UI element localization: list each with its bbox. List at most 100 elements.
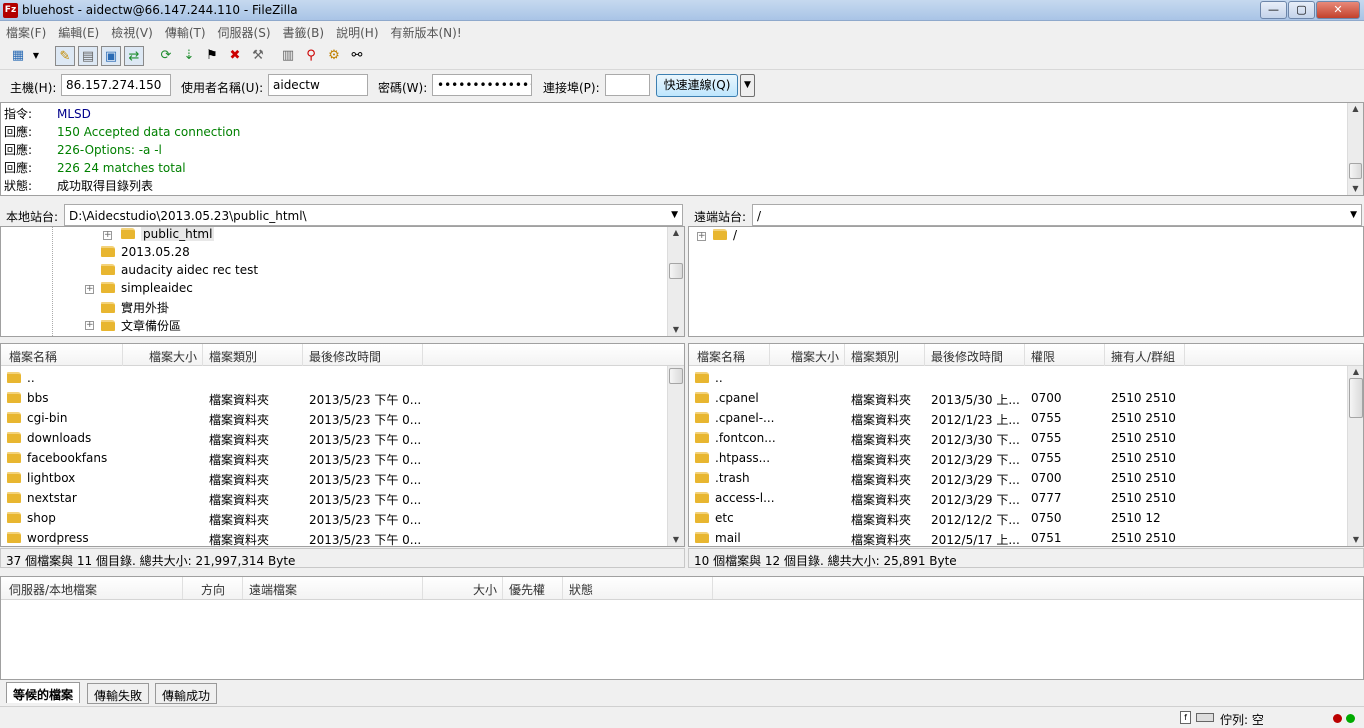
scroll-thumb[interactable] [669, 263, 683, 279]
column-name[interactable]: 檔案名稱 [697, 348, 745, 365]
tree-item[interactable]: + simpleaidec [85, 281, 193, 299]
quickconnect-button[interactable]: 快速連線(Q) [656, 74, 738, 97]
file-row[interactable]: facebookfans 檔案資料夾 2013/5/23 下午 0... [1, 448, 684, 468]
cancel-icon[interactable]: ⚑ [202, 46, 222, 66]
file-row[interactable]: downloads 檔案資料夾 2013/5/23 下午 0... [1, 428, 684, 448]
remote-directory-tree[interactable]: + / [688, 226, 1364, 337]
column-status[interactable]: 狀態 [569, 581, 593, 598]
menu-server[interactable]: 伺服器(S) [212, 21, 277, 41]
scroll-thumb[interactable] [1349, 378, 1363, 418]
scroll-up-icon[interactable]: ▲ [668, 227, 684, 239]
file-row[interactable]: .trash 檔案資料夾 2012/3/29 下... 0700 2510 2510 [689, 468, 1363, 488]
scroll-thumb[interactable] [1349, 163, 1362, 179]
host-input[interactable]: 86.157.274.150 [61, 74, 171, 96]
column-type[interactable]: 檔案類別 [851, 348, 899, 365]
tab-queued-files[interactable]: 等候的檔案 [6, 682, 81, 703]
scroll-down-icon[interactable]: ▼ [1348, 534, 1363, 546]
file-row[interactable]: shop 檔案資料夾 2013/5/23 下午 0... [1, 508, 684, 528]
column-size[interactable]: 檔案大小 [791, 348, 839, 365]
remote-list-scrollbar[interactable]: ▲ ▼ [1347, 366, 1363, 546]
remote-file-list[interactable]: 檔案名稱 檔案大小 檔案類別 最後修改時間 權限 擁有人/群組 .. .cpane… [688, 343, 1364, 547]
file-row[interactable]: .. [689, 368, 1363, 388]
password-input[interactable]: •••••••••••••• [432, 74, 532, 96]
menu-bookmarks[interactable]: 書籤(B) [277, 21, 331, 41]
file-row[interactable]: mail 檔案資料夾 2012/5/17 上... 0751 2510 2510 [689, 528, 1363, 546]
menu-help[interactable]: 說明(H) [330, 21, 384, 41]
column-name[interactable]: 檔案名稱 [9, 348, 57, 365]
user-input[interactable]: aidectw [268, 74, 368, 96]
local-path-input[interactable]: D:\Aidecstudio\2013.05.23\public_html\ ▼ [64, 204, 683, 226]
file-row[interactable]: .fontcon... 檔案資料夾 2012/3/30 下... 0755 2510 2… [689, 428, 1363, 448]
speed-limit-icon[interactable] [1196, 713, 1214, 722]
scroll-down-icon[interactable]: ▼ [668, 534, 684, 546]
expand-icon[interactable]: + [85, 321, 94, 330]
file-row[interactable]: .cpanel-... 檔案資料夾 2012/1/23 上... 0755 2510 2… [689, 408, 1363, 428]
tree-item[interactable]: + public_html [103, 227, 215, 245]
toggle-local-tree-icon[interactable]: ▤ [78, 46, 98, 66]
column-mtime[interactable]: 最後修改時間 [931, 348, 1003, 365]
column-server-local-file[interactable]: 伺服器/本地檔案 [9, 581, 97, 598]
file-row[interactable]: .cpanel 檔案資料夾 2013/5/30 上... 0700 2510 2510 [689, 388, 1363, 408]
expand-icon[interactable]: + [85, 285, 94, 294]
reconnect-icon[interactable]: ⚒ [248, 46, 268, 66]
column-direction[interactable]: 方向 [201, 581, 225, 598]
scroll-up-icon[interactable]: ▲ [1348, 366, 1363, 378]
menu-edit[interactable]: 編輯(E) [52, 21, 105, 41]
menu-view[interactable]: 檢視(V) [105, 21, 159, 41]
file-row[interactable]: cgi-bin 檔案資料夾 2013/5/23 下午 0... [1, 408, 684, 428]
local-directory-tree[interactable]: + public_html 2013.05.28 audacity aidec r… [0, 226, 685, 337]
file-row[interactable]: bbs 檔案資料夾 2013/5/23 下午 0... [1, 388, 684, 408]
menu-file[interactable]: 檔案(F) [0, 21, 52, 41]
tab-successful-transfers[interactable]: 傳輸成功 [155, 683, 218, 704]
column-size[interactable]: 大小 [473, 581, 497, 598]
disconnect-icon[interactable]: ✖ [225, 46, 245, 66]
compare-icon[interactable]: ▥ [278, 46, 298, 66]
local-list-scrollbar[interactable]: ▲ ▼ [667, 366, 684, 546]
tree-item[interactable]: 2013.05.28 [101, 245, 190, 263]
file-row[interactable]: etc 檔案資料夾 2012/12/2 下... 0750 2510 12 [689, 508, 1363, 528]
sync-browse-icon[interactable]: ⚙ [324, 46, 344, 66]
filter-icon[interactable]: ⚲ [301, 46, 321, 66]
toggle-log-icon[interactable]: ✎ [55, 46, 75, 66]
search-icon[interactable]: ⚯ [347, 46, 367, 66]
column-size[interactable]: 檔案大小 [149, 348, 197, 365]
scroll-down-icon[interactable]: ▼ [668, 324, 684, 336]
scroll-down-icon[interactable]: ▼ [1348, 183, 1363, 195]
menu-new-version[interactable]: 有新版本(N)! [385, 21, 468, 41]
refresh-icon[interactable]: ⟳ [156, 46, 176, 66]
tree-item[interactable]: + 文章備份區 [85, 317, 181, 335]
close-button[interactable]: ✕ [1316, 1, 1360, 19]
chevron-down-icon[interactable]: ▼ [30, 46, 42, 66]
column-remote-file[interactable]: 遠端檔案 [249, 581, 297, 598]
quickconnect-history-button[interactable]: ▼ [740, 74, 755, 97]
toggle-queue-icon[interactable]: ⇄ [124, 46, 144, 66]
column-owner[interactable]: 擁有人/群組 [1111, 348, 1175, 365]
column-type[interactable]: 檔案類別 [209, 348, 257, 365]
file-row[interactable]: wordpress 檔案資料夾 2013/5/23 下午 0... [1, 528, 684, 546]
message-log[interactable]: 指令: MLSD 回應: 150 Accepted data connection … [0, 102, 1364, 196]
file-row[interactable]: lightbox 檔案資料夾 2013/5/23 下午 0... [1, 468, 684, 488]
remote-path-input[interactable]: / ▼ [752, 204, 1362, 226]
column-permissions[interactable]: 權限 [1031, 348, 1055, 365]
site-manager-icon[interactable]: ▦ [8, 46, 28, 66]
chevron-down-icon[interactable]: ▼ [1350, 210, 1357, 220]
tab-failed-transfers[interactable]: 傳輸失敗 [87, 683, 150, 704]
minimize-button[interactable]: — [1260, 1, 1287, 19]
transfer-queue[interactable]: 伺服器/本地檔案 方向 遠端檔案 大小 優先權 狀態 [0, 576, 1364, 680]
maximize-button[interactable]: ▢ [1288, 1, 1315, 19]
menu-transfer[interactable]: 傳輸(T) [159, 21, 212, 41]
port-input[interactable] [605, 74, 650, 96]
local-tree-scrollbar[interactable]: ▲ ▼ [667, 227, 684, 336]
tree-item[interactable]: 實用外掛 [101, 299, 169, 317]
file-row[interactable]: .. [1, 368, 684, 388]
column-mtime[interactable]: 最後修改時間 [309, 348, 381, 365]
file-row[interactable]: .htpass... 檔案資料夾 2012/3/29 下... 0755 2510 25… [689, 448, 1363, 468]
expand-icon[interactable]: + [697, 232, 706, 241]
log-scrollbar[interactable]: ▲ ▼ [1347, 103, 1363, 195]
expand-icon[interactable]: + [103, 231, 112, 240]
file-row[interactable]: access-l... 檔案資料夾 2012/3/29 下... 0777 2510 2… [689, 488, 1363, 508]
scroll-up-icon[interactable]: ▲ [1348, 103, 1363, 115]
column-priority[interactable]: 優先權 [509, 581, 545, 598]
tree-item[interactable]: audacity aidec rec test [101, 263, 258, 281]
toggle-remote-tree-icon[interactable]: ▣ [101, 46, 121, 66]
